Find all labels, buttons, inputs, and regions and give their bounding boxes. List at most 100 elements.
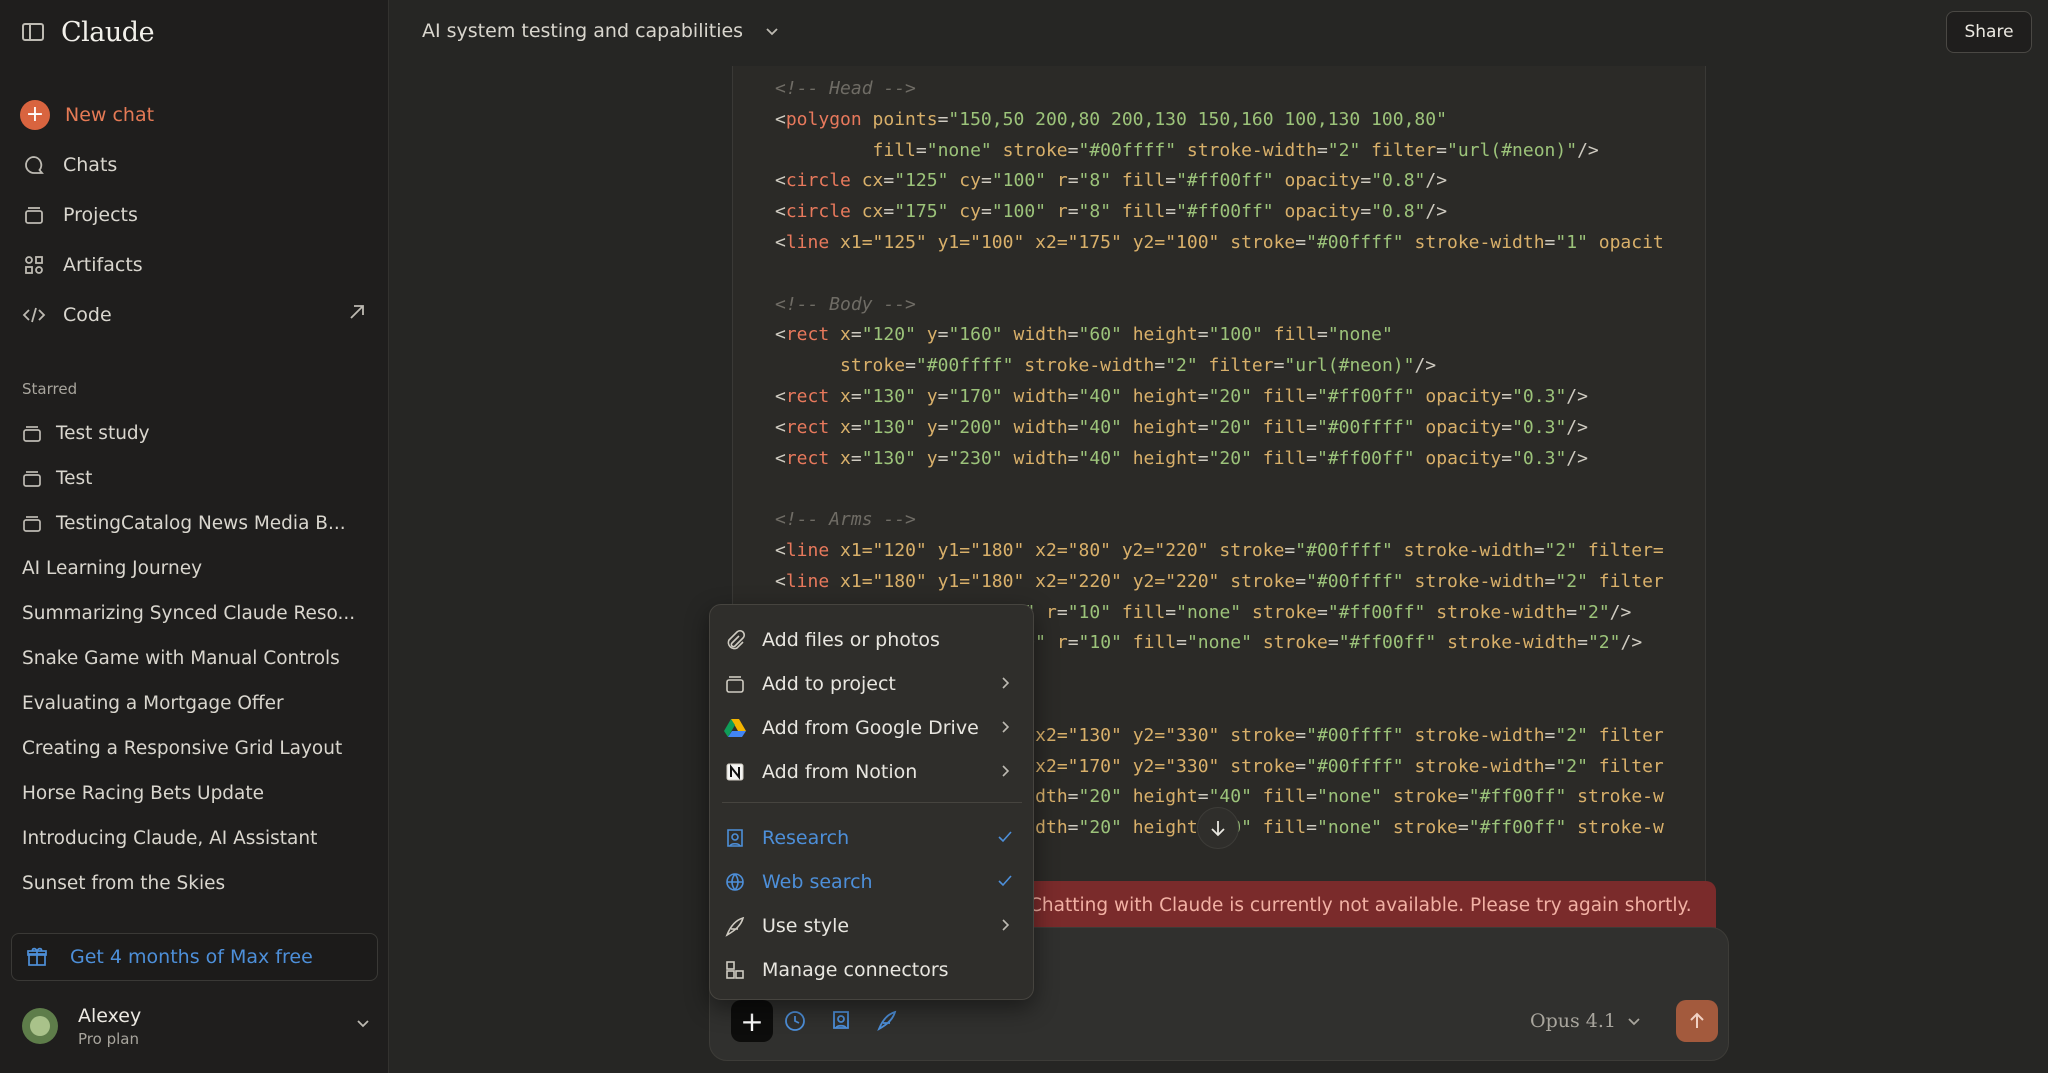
notion-icon bbox=[722, 762, 748, 782]
menu-item-web-search[interactable]: Web search bbox=[722, 861, 1022, 903]
chevron-right-icon bbox=[996, 762, 1014, 780]
project-icon bbox=[22, 469, 42, 489]
code-line: <line x1="125" y1="100" x2="175" y2="100… bbox=[775, 231, 1664, 253]
starred-chat[interactable]: Sunset from the Skies bbox=[14, 861, 376, 906]
folder-stack-icon bbox=[20, 201, 48, 229]
sidebar-item-projects[interactable]: Projects bbox=[14, 190, 376, 240]
brand-row: Claude bbox=[22, 14, 155, 50]
sidebar-nav: + New chat Chats Projects Artifacts Code bbox=[14, 90, 376, 340]
chevron-right-icon bbox=[996, 674, 1014, 692]
starred-chat[interactable]: Introducing Claude, AI Assistant bbox=[14, 816, 376, 861]
code-line: <!-- Body --> bbox=[775, 293, 916, 315]
menu-item-label: Add files or photos bbox=[762, 629, 940, 651]
code-line: <!-- Head --> bbox=[775, 78, 916, 99]
chat-bubble-icon bbox=[20, 151, 48, 179]
starred-chat[interactable]: Horse Racing Bets Update bbox=[14, 771, 376, 816]
user-plan: Pro plan bbox=[78, 1029, 139, 1048]
code-line: <rect x="130" y="230" width="40" height=… bbox=[775, 447, 1588, 469]
list-item-label: Introducing Claude, AI Assistant bbox=[22, 828, 318, 849]
conversation-title-menu[interactable]: AI system testing and capabilities bbox=[422, 20, 781, 42]
share-button[interactable]: Share bbox=[1946, 11, 2032, 53]
arrow-down-icon bbox=[1211, 821, 1225, 837]
sidebar-item-label: Artifacts bbox=[63, 254, 143, 276]
starred-heading: Starred bbox=[22, 380, 78, 398]
sidebar-item-artifacts[interactable]: Artifacts bbox=[14, 240, 376, 290]
chevron-right-icon bbox=[996, 718, 1014, 736]
project-icon bbox=[722, 673, 748, 695]
send-button[interactable] bbox=[1676, 1000, 1718, 1042]
external-link-icon bbox=[348, 302, 366, 326]
paperclip-icon bbox=[722, 629, 748, 651]
research-icon[interactable] bbox=[828, 1008, 854, 1034]
list-item-label: TestingCatalog News Media B... bbox=[56, 513, 346, 534]
model-name: Opus 4.1 bbox=[1530, 1010, 1616, 1032]
avatar bbox=[22, 1008, 58, 1044]
menu-item-label: Add from Google Drive bbox=[762, 717, 979, 739]
google-drive-icon bbox=[722, 718, 748, 738]
check-icon bbox=[996, 872, 1014, 890]
list-item-label: AI Learning Journey bbox=[22, 558, 203, 579]
starred-chat[interactable]: Snake Game with Manual Controls bbox=[14, 636, 376, 681]
user-menu[interactable]: Alexey Pro plan bbox=[22, 998, 372, 1054]
list-item-label: Test study bbox=[56, 423, 150, 444]
promo-label: Get 4 months of Max free bbox=[70, 946, 313, 968]
menu-item-google-drive[interactable]: Add from Google Drive bbox=[722, 707, 1022, 749]
starred-chat[interactable]: Summarizing Synced Claude Reso... bbox=[14, 591, 376, 636]
menu-item-label: Web search bbox=[762, 871, 873, 893]
menu-item-label: Manage connectors bbox=[762, 959, 949, 981]
new-chat-button[interactable]: + New chat bbox=[14, 90, 376, 140]
code-line: <polygon points="150,50 200,80 200,130 1… bbox=[775, 108, 1447, 130]
new-chat-label: New chat bbox=[65, 104, 155, 126]
arrow-up-icon bbox=[1690, 1012, 1704, 1028]
menu-item-manage-connectors[interactable]: Manage connectors bbox=[722, 949, 1022, 991]
code-line: <circle cx="175" cy="100" r="8" fill="#f… bbox=[775, 201, 1448, 223]
code-line: <rect x="120" y="160" width="60" height=… bbox=[775, 324, 1393, 346]
starred-project-test[interactable]: Test bbox=[14, 456, 376, 501]
menu-item-add-to-project[interactable]: Add to project bbox=[722, 663, 1022, 705]
code-line: <line x1="120" y1="180" x2="80" y2="220"… bbox=[775, 539, 1664, 561]
gift-icon bbox=[26, 946, 48, 968]
sidebar-item-code[interactable]: Code bbox=[14, 290, 376, 340]
starred-chat[interactable]: Evaluating a Mortgage Offer bbox=[14, 681, 376, 726]
artifacts-grid-icon bbox=[20, 251, 48, 279]
chevron-down-icon bbox=[1626, 1013, 1642, 1029]
starred-project-testingcatalog[interactable]: TestingCatalog News Media B... bbox=[14, 501, 376, 546]
code-line: <rect x="130" y="200" width="40" height=… bbox=[775, 416, 1588, 438]
model-selector[interactable]: Opus 4.1 bbox=[1530, 1010, 1642, 1032]
list-item-label: Creating a Responsive Grid Layout bbox=[22, 738, 343, 759]
starred-chat[interactable]: AI Learning Journey bbox=[14, 546, 376, 591]
list-item-label: Snake Game with Manual Controls bbox=[22, 648, 340, 669]
menu-item-label: Add from Notion bbox=[762, 761, 918, 783]
check-icon bbox=[996, 828, 1014, 846]
add-content-button[interactable]: + bbox=[731, 1000, 773, 1042]
menu-item-notion[interactable]: Add from Notion bbox=[722, 751, 1022, 793]
style-icon[interactable] bbox=[874, 1008, 900, 1034]
menu-item-add-files[interactable]: Add files or photos bbox=[722, 619, 1022, 661]
sidebar-item-label: Projects bbox=[63, 204, 138, 226]
starred-chat[interactable]: Creating a Responsive Grid Layout bbox=[14, 726, 376, 771]
research-icon bbox=[722, 827, 748, 849]
connectors-icon bbox=[722, 959, 748, 981]
menu-item-research[interactable]: Research bbox=[722, 817, 1022, 859]
history-icon[interactable] bbox=[782, 1008, 808, 1034]
code-icon bbox=[20, 301, 48, 329]
code-line: <!-- Arms --> bbox=[775, 509, 916, 531]
max-promo-button[interactable]: Get 4 months of Max free bbox=[11, 933, 378, 981]
sidebar-toggle-icon[interactable] bbox=[22, 23, 44, 41]
error-banner: Chatting with Claude is currently not av… bbox=[1000, 881, 1716, 929]
starred-project-test-study[interactable]: Test study bbox=[14, 411, 376, 456]
menu-item-label: Add to project bbox=[762, 673, 896, 695]
list-item-label: Sunset from the Skies bbox=[22, 873, 226, 894]
code-line: <line x1="180" y1="180" x2="220" y2="220… bbox=[775, 570, 1664, 592]
sidebar-item-chats[interactable]: Chats bbox=[14, 140, 376, 190]
scroll-to-bottom-button[interactable] bbox=[1197, 807, 1239, 849]
menu-item-use-style[interactable]: Use style bbox=[722, 905, 1022, 947]
list-item-label: Horse Racing Bets Update bbox=[22, 783, 265, 804]
conversation-title: AI system testing and capabilities bbox=[422, 20, 744, 42]
sidebar-item-label: Chats bbox=[63, 154, 118, 176]
add-content-menu: Add files or photos Add to project Add f… bbox=[709, 604, 1034, 1000]
chevron-right-icon bbox=[996, 916, 1014, 934]
project-icon bbox=[22, 424, 42, 444]
